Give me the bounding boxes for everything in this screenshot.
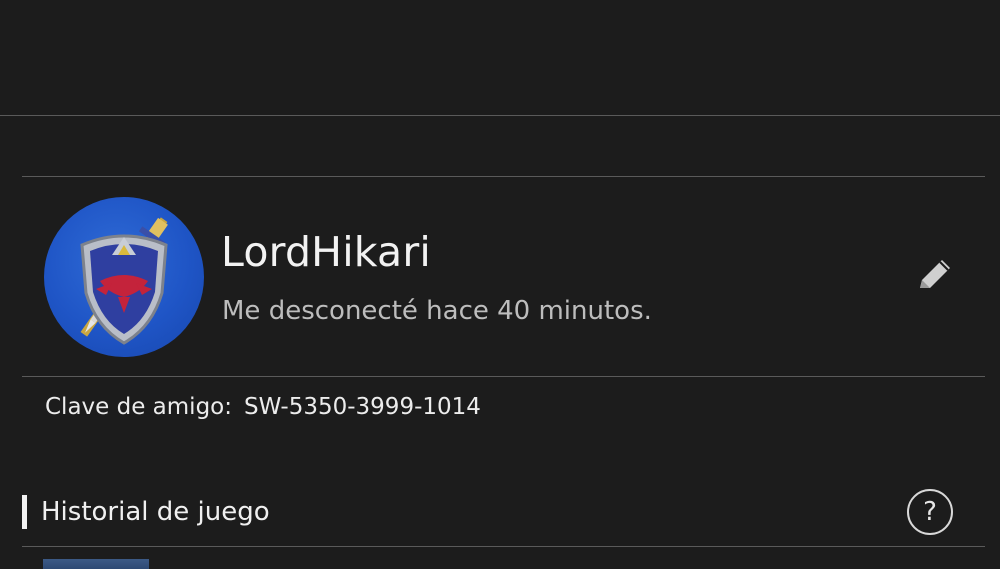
play-history-title: Historial de juego	[41, 497, 270, 527]
history-divider	[22, 546, 985, 547]
profile-top-divider	[22, 176, 985, 177]
pencil-icon	[920, 260, 950, 288]
section-accent-bar	[22, 495, 27, 529]
online-status: Me desconecté hace 40 minutos.	[222, 296, 652, 326]
edit-profile-button[interactable]	[906, 250, 962, 302]
hylian-shield-icon	[80, 217, 168, 345]
avatar[interactable]	[44, 197, 204, 357]
game-thumbnail[interactable]	[43, 559, 149, 569]
user-profile-screen: LordHikari Me desconecté hace 40 minutos…	[0, 0, 1000, 569]
header-divider	[0, 115, 1000, 116]
play-history-header: Historial de juego	[22, 494, 270, 530]
friend-code-value: SW-5350-3999-1014	[244, 394, 481, 420]
question-mark-icon: ?	[923, 497, 937, 527]
top-bar	[0, 0, 1000, 115]
help-button[interactable]: ?	[907, 489, 953, 535]
profile-bottom-divider	[22, 376, 985, 377]
friend-code-label: Clave de amigo:	[45, 394, 232, 420]
username: LordHikari	[221, 228, 431, 276]
friend-code: Clave de amigo: SW-5350-3999-1014	[45, 390, 481, 424]
